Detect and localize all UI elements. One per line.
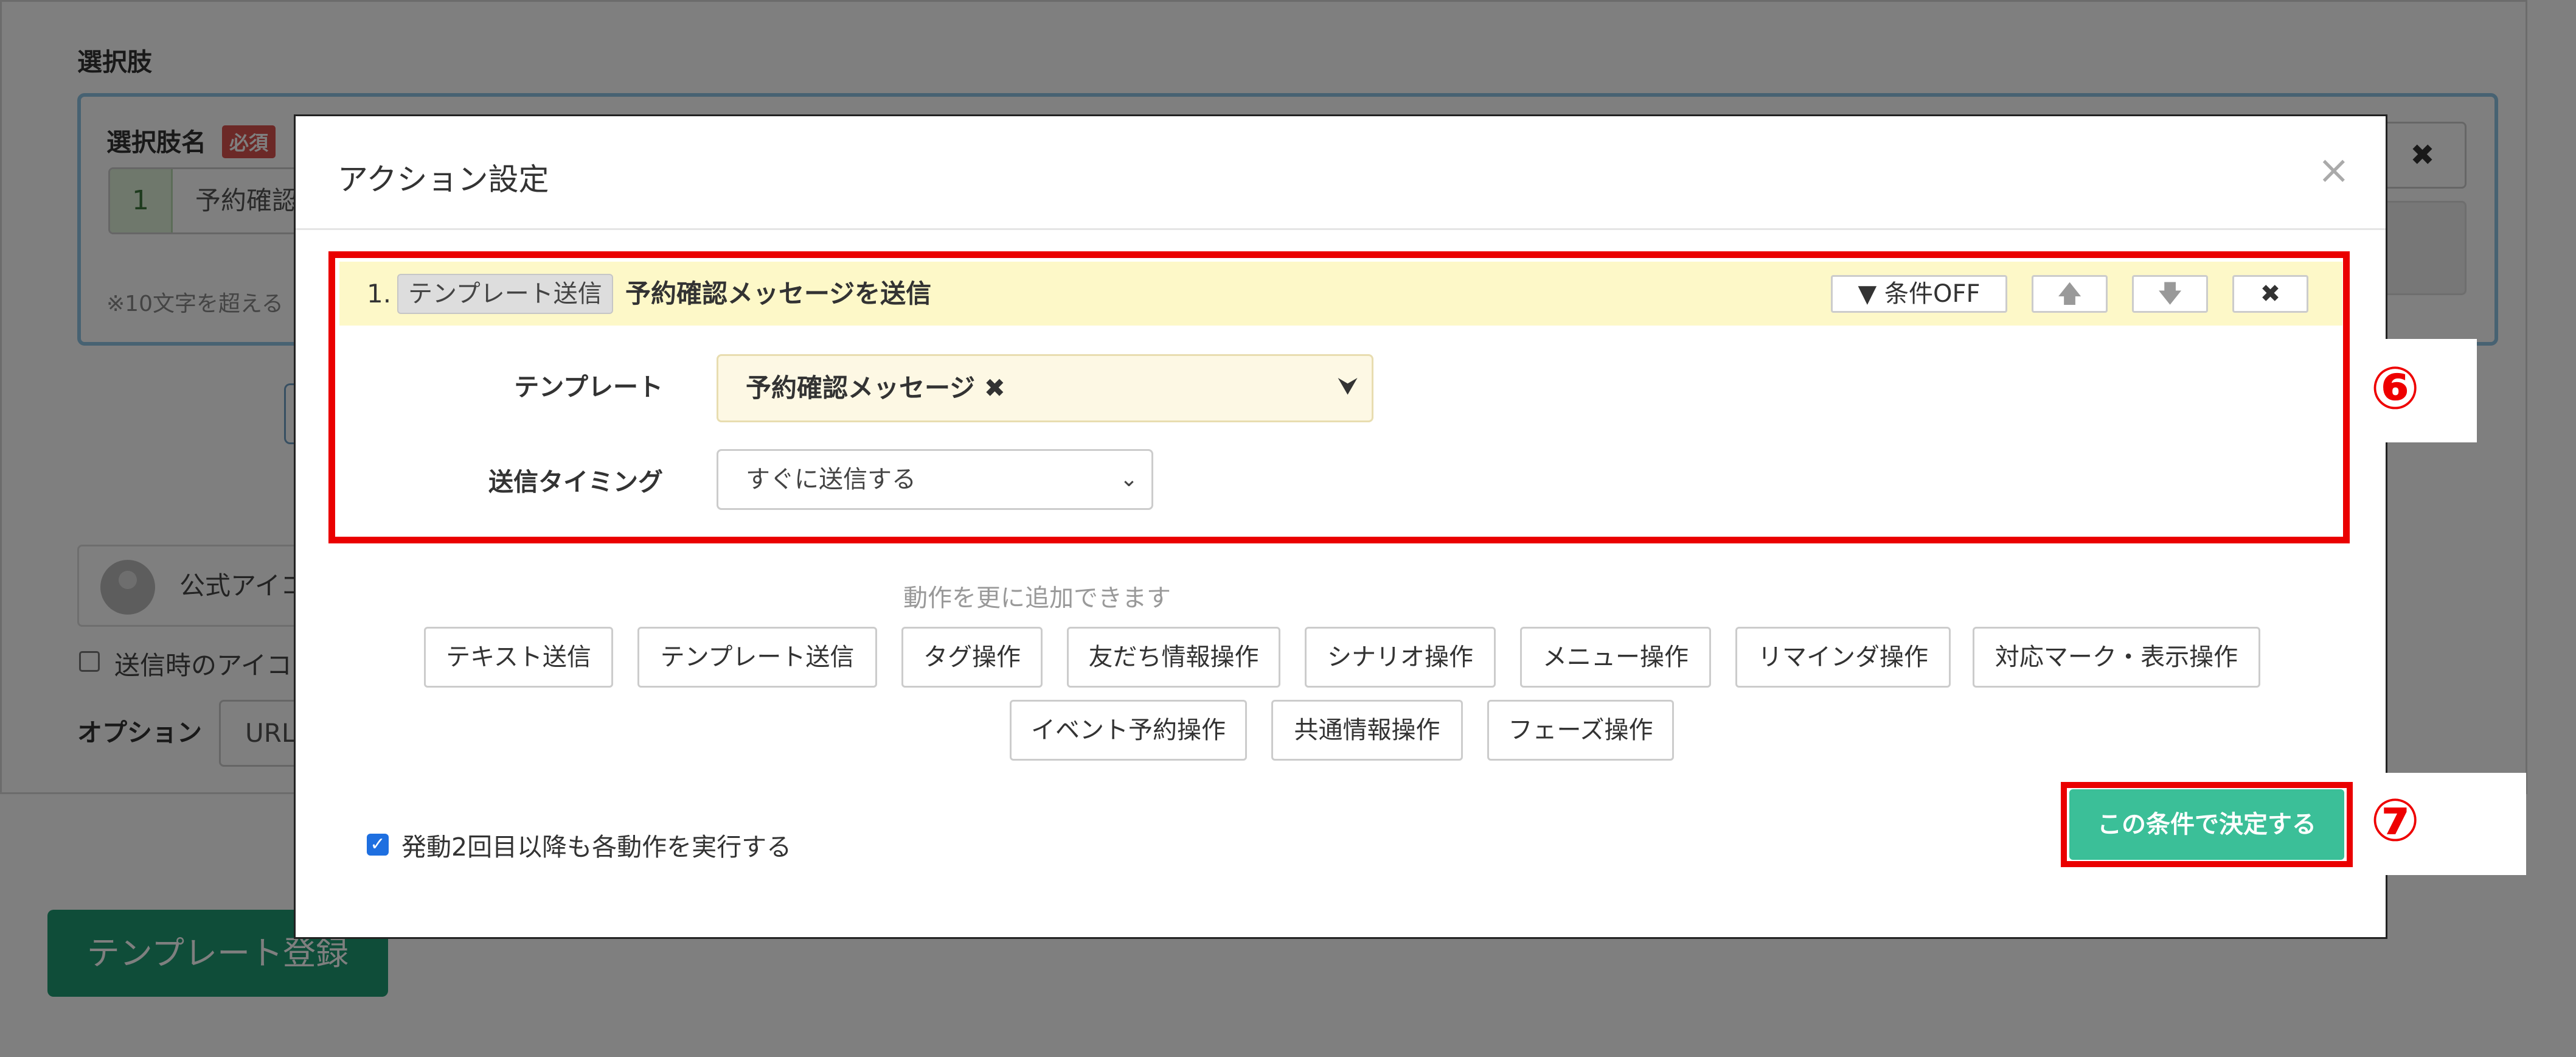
add-scenario-operation-button[interactable]: シナリオ操作 [1305,627,1496,688]
highlight-action-block [328,251,2350,543]
add-mark-display-operation-button[interactable]: 対応マーク・表示操作 [1973,627,2260,688]
add-reminder-operation-button[interactable]: リマインダ操作 [1735,627,1951,688]
add-tag-operation-button[interactable]: タグ操作 [901,627,1043,688]
repeat-execution-label: 発動2回目以降も各動作を実行する [401,832,792,862]
repeat-execution-checkbox[interactable]: ✓ [367,834,389,856]
add-menu-operation-button[interactable]: メニュー操作 [1520,627,1711,688]
callout-7: ⑦ [2370,786,2420,854]
add-event-booking-operation-button[interactable]: イベント予約操作 [1010,700,1247,761]
add-action-hint: 動作を更に追加できます [903,584,1171,612]
close-icon[interactable]: × [2317,151,2350,190]
highlight-confirm-button [2061,782,2353,867]
add-shared-info-operation-button[interactable]: 共通情報操作 [1271,700,1463,761]
callout-6: ⑥ [2370,354,2420,422]
modal-divider [296,228,2386,230]
add-phase-operation-button[interactable]: フェーズ操作 [1487,700,1674,761]
add-template-send-button[interactable]: テンプレート送信 [637,627,877,688]
add-text-send-button[interactable]: テキスト送信 [424,627,613,688]
add-friend-info-operation-button[interactable]: 友だち情報操作 [1067,627,1280,688]
modal-title: アクション設定 [338,162,549,197]
